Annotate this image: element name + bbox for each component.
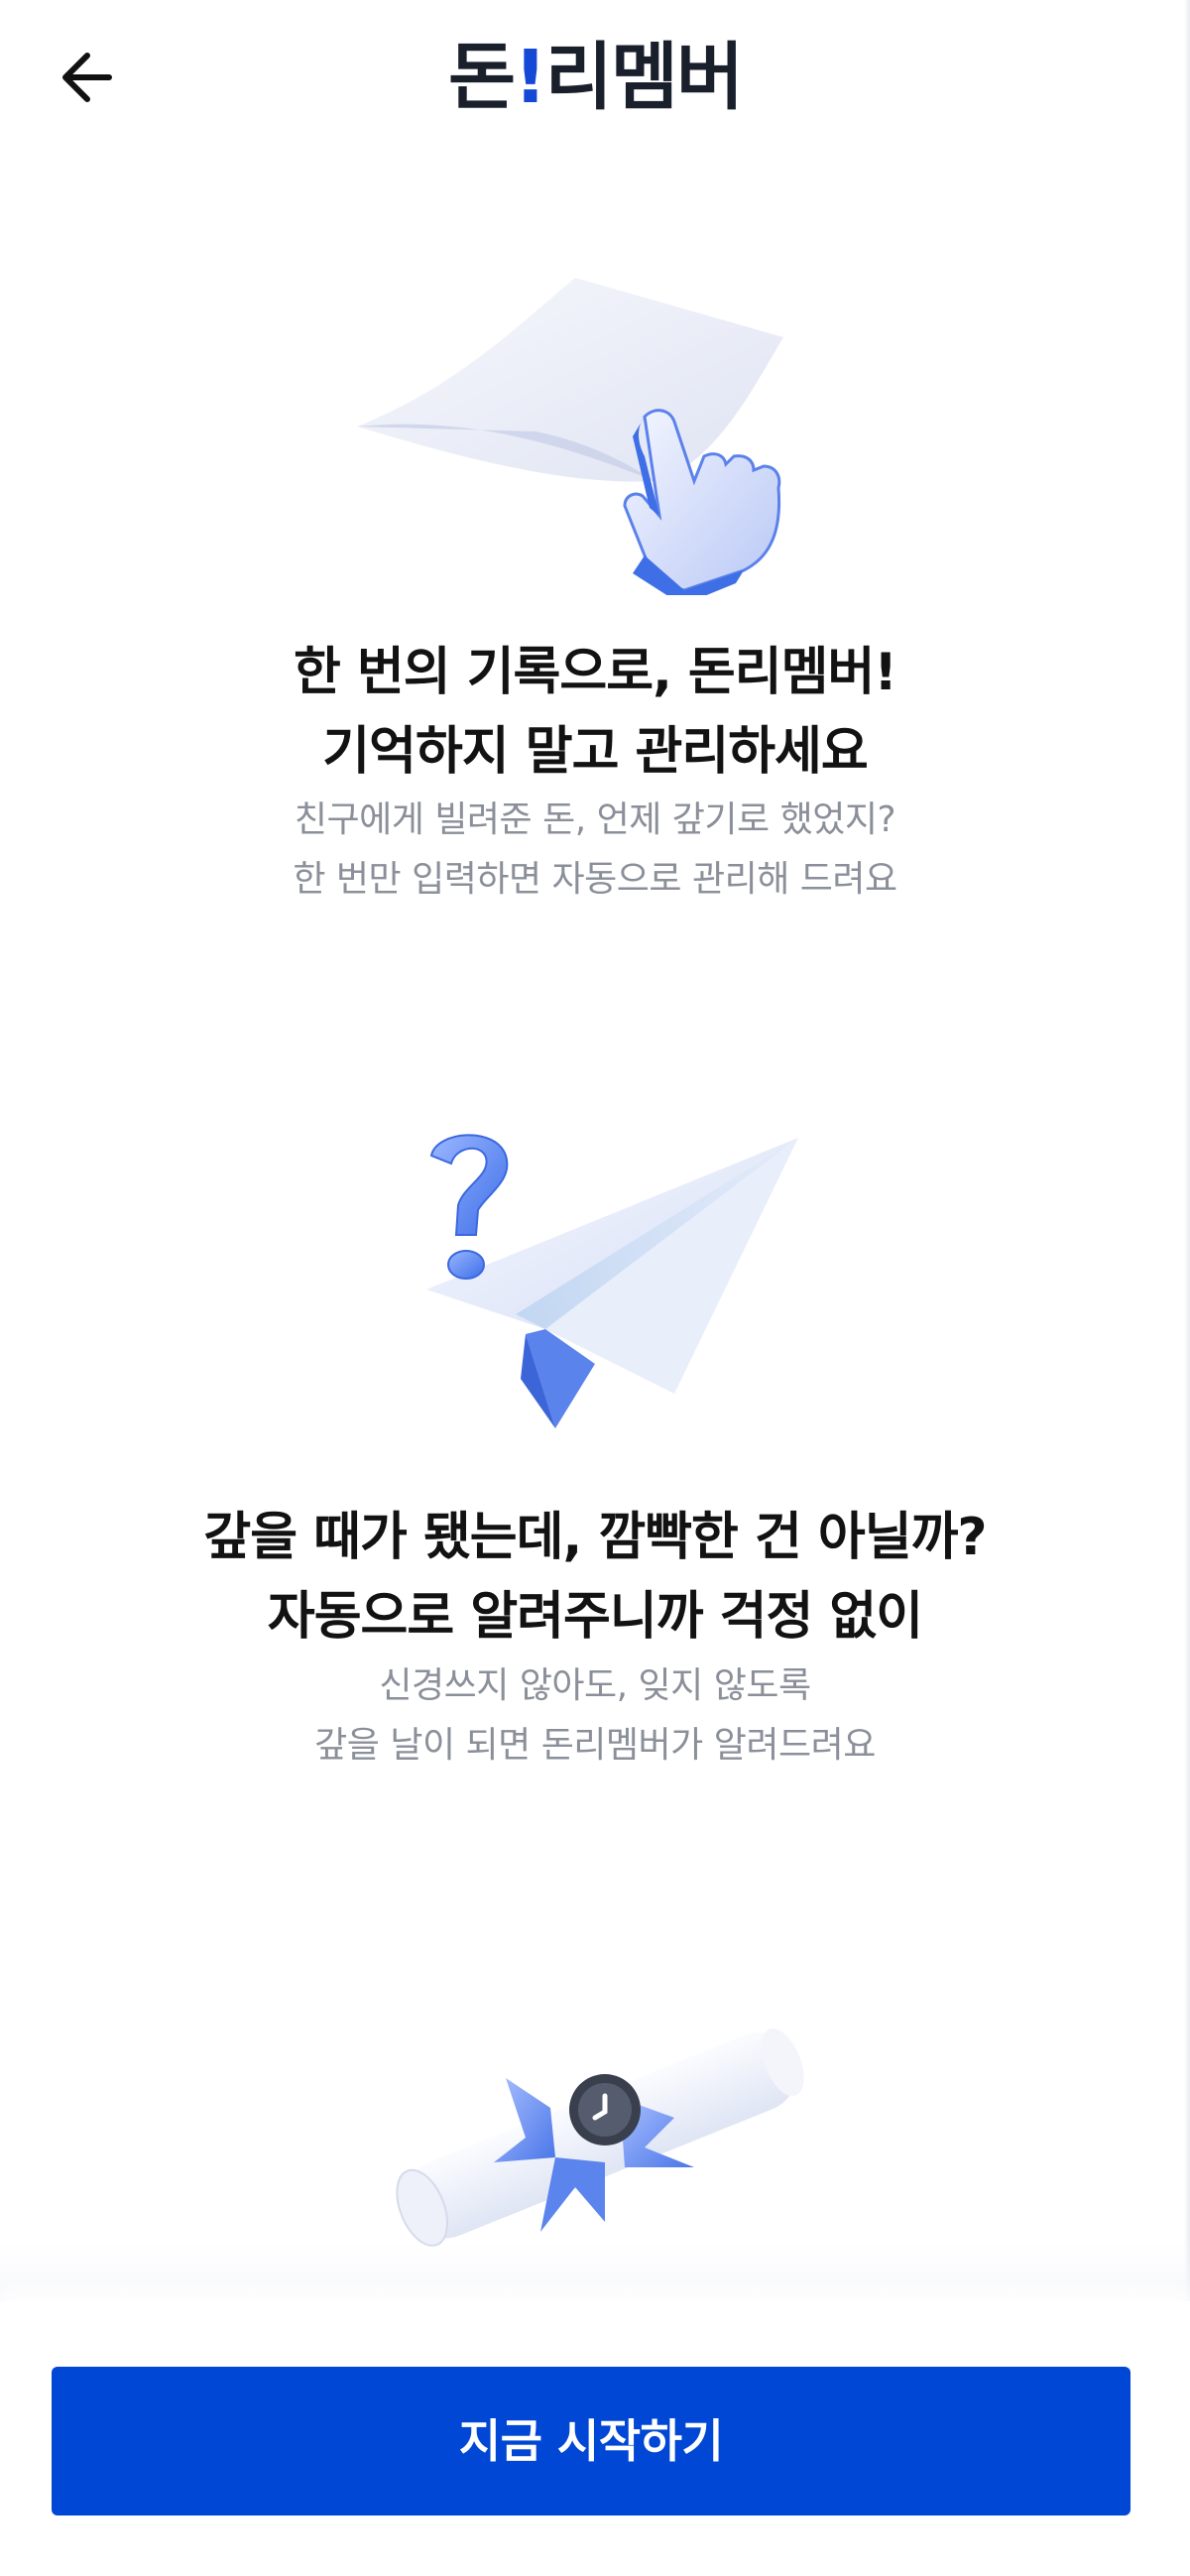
feature-section-schedule — [0, 0, 1190, 2301]
start-now-button[interactable]: 지금 시작하기 — [52, 2367, 1130, 2515]
scroll-clock-illustration — [396, 2027, 804, 2247]
